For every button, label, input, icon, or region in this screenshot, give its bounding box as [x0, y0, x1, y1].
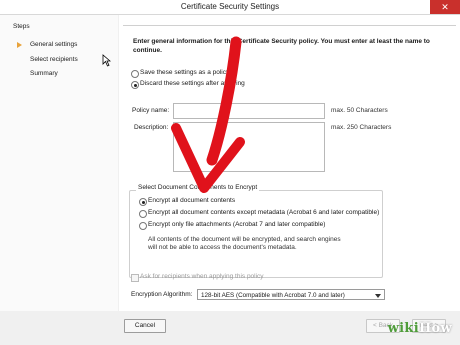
encrypt-attachments-radio[interactable]: [139, 222, 147, 230]
sidebar-step-recipients[interactable]: Select recipients: [30, 56, 78, 63]
algorithm-label: Encryption Algorithm:: [131, 291, 193, 298]
description-label: Description:: [134, 124, 169, 131]
description-input[interactable]: [173, 122, 325, 172]
algorithm-value: 128-bit AES (Compatible with Acrobat 7.0…: [201, 292, 345, 299]
watermark-how: How: [418, 321, 452, 336]
encrypt-except-metadata-label: Encrypt all document contents except met…: [148, 209, 380, 216]
sidebar-step-general[interactable]: General settings: [30, 41, 77, 48]
mouse-cursor-icon: [102, 54, 111, 67]
title-bar: Certificate Security Settings ✕: [0, 0, 460, 15]
algorithm-select[interactable]: 128-bit AES (Compatible with Acrobat 7.0…: [197, 289, 385, 300]
policy-name-hint: max. 50 Characters: [331, 107, 388, 114]
window-title: Certificate Security Settings: [180, 2, 280, 11]
intro-text: Enter general information for this Certi…: [133, 38, 430, 54]
policy-name-label: Policy name:: [132, 107, 170, 114]
discard-settings-label: Discard these settings after applying: [140, 80, 245, 87]
close-icon[interactable]: ✕: [430, 0, 460, 14]
encrypt-group-title: Select Document Components to Encrypt: [136, 184, 260, 191]
encrypt-attachments-label: Encrypt only file attachments (Acrobat 7…: [148, 221, 326, 228]
encrypt-note-line1: All contents of the document will be enc…: [148, 236, 341, 243]
divider: [123, 25, 456, 26]
ask-recipients-checkbox[interactable]: [131, 274, 139, 282]
discard-settings-radio[interactable]: [131, 81, 139, 89]
encrypt-note-line2: will not be able to access the document'…: [148, 244, 297, 251]
watermark-wiki: wiki: [387, 321, 419, 336]
policy-name-input[interactable]: [173, 103, 325, 119]
cancel-button[interactable]: Cancel: [124, 319, 166, 333]
sidebar-step-summary[interactable]: Summary: [30, 70, 58, 77]
encrypt-all-radio[interactable]: [139, 198, 147, 206]
save-policy-label: Save these settings as a policy: [140, 69, 230, 76]
current-step-icon: [17, 42, 22, 48]
chevron-down-icon: [375, 294, 381, 298]
steps-header: Steps: [13, 23, 30, 30]
description-hint: max. 250 Characters: [331, 124, 392, 131]
save-policy-radio[interactable]: [131, 70, 139, 78]
encrypt-except-metadata-radio[interactable]: [139, 210, 147, 218]
encrypt-all-label: Encrypt all document contents: [148, 197, 236, 204]
ask-recipients-label: Ask for recipients when applying this po…: [140, 273, 264, 280]
wikihow-watermark: wikiHow: [388, 321, 452, 336]
